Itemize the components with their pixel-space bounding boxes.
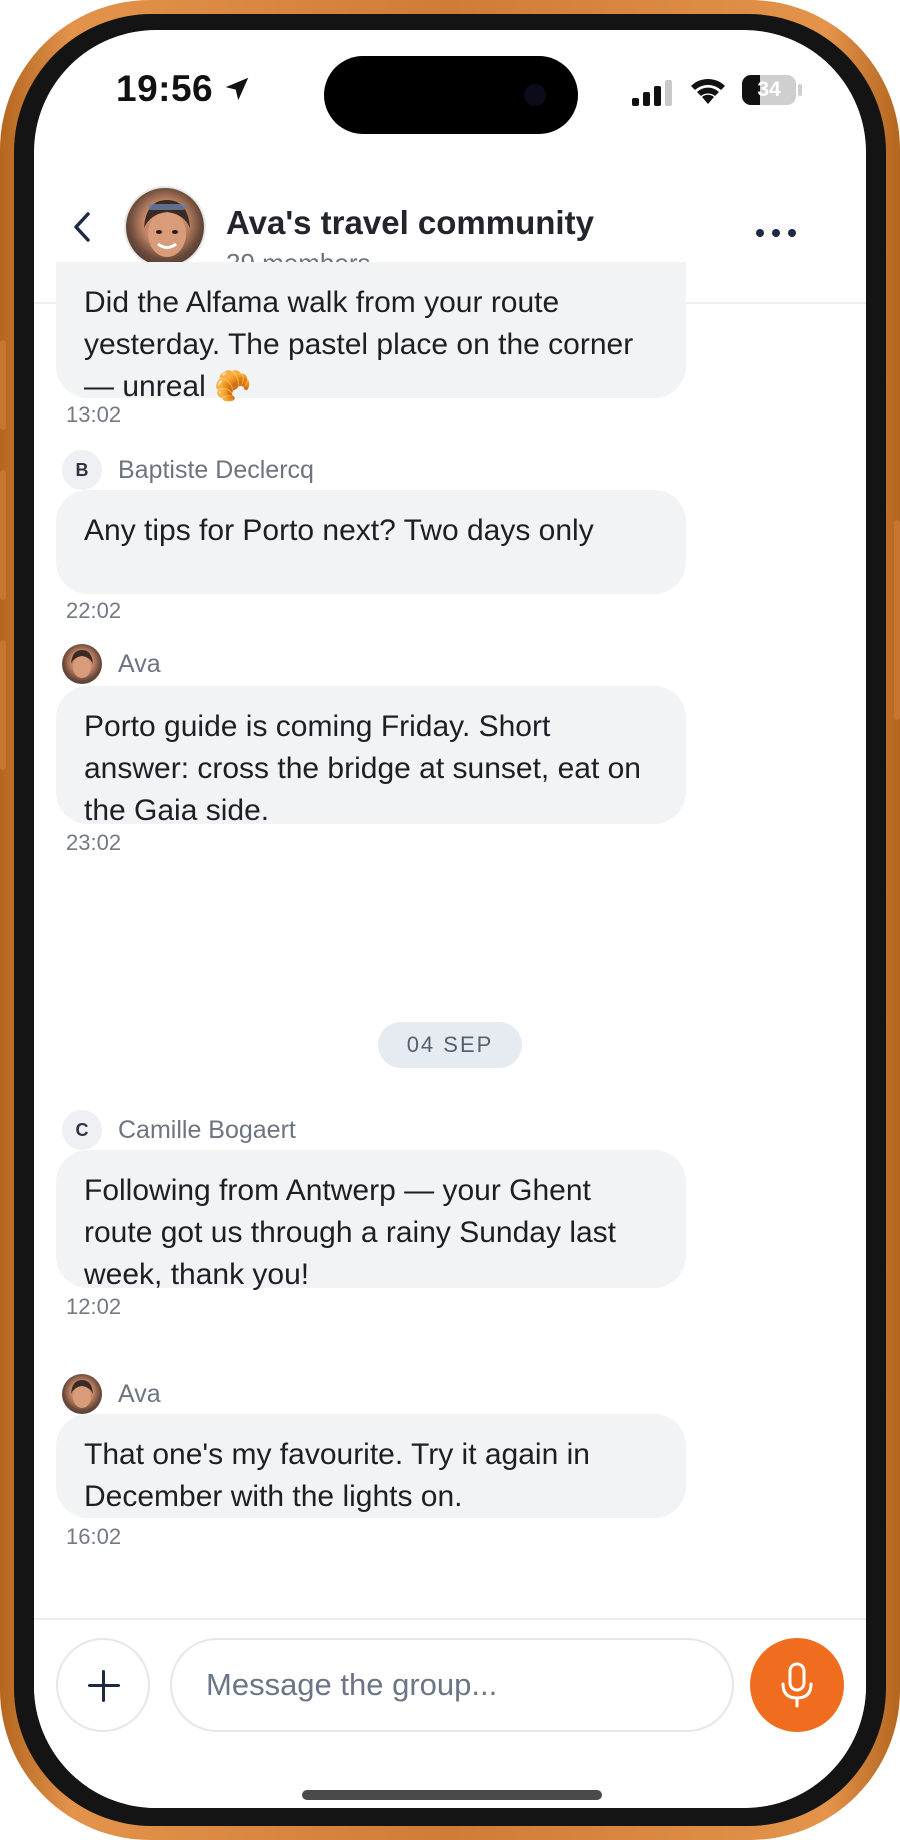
message-text: Any tips for Porto next? Two days only [84,514,594,547]
message-bubble[interactable]: That one's my favourite. Try it again in… [56,1414,686,1518]
message-time: 13:02 [66,402,122,427]
sender-name: Camille Bogaert [118,1116,296,1144]
group-title: Ava's travel community [226,204,594,241]
ava-avatar [62,1374,102,1414]
more-options-icon[interactable] [754,220,798,250]
power-button [894,520,900,720]
screen: 19:56 34 Ava's travel community Did the … [34,30,866,1808]
dynamic-island [324,56,578,134]
home-indicator[interactable] [302,1790,602,1800]
back-chevron-icon[interactable] [64,202,100,252]
message-text: That one's my favourite. Try it again in… [84,1438,590,1513]
message-bubble[interactable]: Porto guide is coming Friday. Short answ… [56,686,686,827]
message-time: 12:02 [66,1294,122,1319]
message-time: 16:02 [66,1524,122,1549]
wifi-icon [691,78,725,104]
message-text: Following from Antwerp — your Ghent rout… [84,1174,617,1291]
group-avatar[interactable] [124,186,206,268]
add-attachment-button[interactable] [56,1638,150,1732]
volume-down-button [0,640,6,770]
sender-initial-avatar: C [62,1110,102,1150]
battery-icon: 34 [742,75,796,105]
status-time: 19:56 [116,68,214,109]
sender-initial-avatar: B [62,450,102,490]
cellular-signal-icon [632,80,672,106]
phone-frame: 19:56 34 Ava's travel community Did the … [0,0,900,1840]
date-separator: 04 SEP [378,1022,522,1068]
message-text: Did the Alfama walk from your route yest… [84,286,634,403]
volume-up-button [0,470,6,600]
action-button [0,340,6,430]
message-composer [34,1618,866,1808]
message-bubble[interactable]: Did the Alfama walk from your route yest… [56,262,686,403]
front-camera [524,84,546,106]
message-input[interactable] [170,1638,734,1732]
microphone-icon [781,1662,813,1708]
avatar-face-icon [144,200,190,257]
avatar-face-icon [71,1380,93,1408]
ava-avatar [62,644,102,684]
sender-name: Ava [118,650,161,678]
message-text: Porto guide is coming Friday. Short answ… [84,710,641,827]
location-arrow-icon [225,77,249,101]
sender-name: Ava [118,1380,161,1408]
battery-tip [798,84,802,96]
sender-name: Baptiste Declercq [118,456,314,484]
message-time: 23:02 [66,830,122,855]
message-bubble[interactable]: Following from Antwerp — your Ghent rout… [56,1150,686,1291]
battery-percent: 34 [757,78,781,101]
message-time: 22:02 [66,598,122,623]
message-bubble[interactable]: Any tips for Porto next? Two days only [56,490,686,594]
microphone-button[interactable] [750,1638,844,1732]
avatar-face-icon [71,650,93,678]
